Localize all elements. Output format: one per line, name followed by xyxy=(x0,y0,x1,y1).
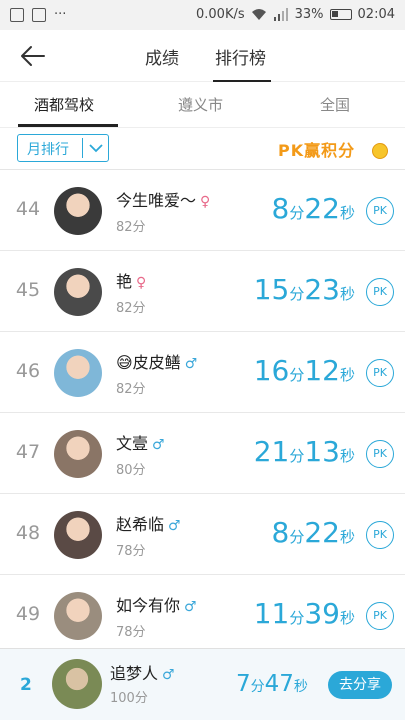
male-icon: ♂ xyxy=(168,518,181,534)
avatar[interactable] xyxy=(54,187,102,235)
clock: 02:04 xyxy=(357,7,395,22)
my-name: 追梦人 ♂ xyxy=(110,660,175,684)
user-score: 78分 xyxy=(116,625,146,640)
subtab-national[interactable]: 全国 xyxy=(320,94,350,115)
ranking-row[interactable]: 46 😅皮皮鳝 ♂ 82分 16分12秒 PK xyxy=(0,332,405,413)
subtab-city[interactable]: 遵义市 xyxy=(178,94,223,115)
user-score: 78分 xyxy=(116,544,146,559)
pk-button[interactable]: PK xyxy=(366,440,394,468)
user-score: 80分 xyxy=(116,463,146,478)
my-rank: 2 xyxy=(20,675,32,695)
network-speed: 0.00K/s xyxy=(196,7,245,22)
ranking-row[interactable]: 45 艳 ♀ 82分 15分23秒 PK xyxy=(0,251,405,332)
image-icon xyxy=(32,7,46,22)
exam-time: 8分22秒 xyxy=(271,516,356,549)
rank-number: 45 xyxy=(15,279,41,301)
exam-time: 16分12秒 xyxy=(253,354,355,387)
more-dots: ··· xyxy=(54,7,67,22)
share-button[interactable]: 去分享 xyxy=(328,671,392,699)
ranking-row[interactable]: 44 今生唯爱～ ♀ 82分 8分22秒 PK xyxy=(0,170,405,251)
mail-icon xyxy=(10,7,24,22)
rank-number: 44 xyxy=(15,198,41,220)
ranking-list: 44 今生唯爱～ ♀ 82分 8分22秒 PK 45 艳 ♀ 82分 15分23秒 PK 46 😅皮皮鳝 ♂… xyxy=(0,170,405,656)
avatar[interactable] xyxy=(54,592,102,640)
user-name: 文壹 ♂ xyxy=(116,434,165,453)
pk-button[interactable]: PK xyxy=(366,602,394,630)
exam-time: 15分23秒 xyxy=(253,273,355,306)
rank-number: 48 xyxy=(15,522,41,544)
pk-banner-text: PK赢积分 xyxy=(278,141,356,160)
user-score: 82分 xyxy=(116,382,146,397)
rank-number: 46 xyxy=(15,360,41,382)
exam-time: 8分22秒 xyxy=(271,192,356,225)
battery-icon xyxy=(329,9,352,20)
wifi-icon xyxy=(251,9,266,20)
user-name: 今生唯爱～ ♀ xyxy=(116,191,211,210)
my-score: 100分 xyxy=(110,691,148,706)
active-subtab-indicator xyxy=(18,124,118,127)
period-dropdown-label: 月排行 xyxy=(27,142,69,158)
status-bar: ··· 0.00K/s 33% 02:04 xyxy=(0,0,405,30)
avatar[interactable] xyxy=(54,349,102,397)
male-icon: ♂ xyxy=(152,437,165,453)
female-icon: ♀ xyxy=(136,275,147,291)
female-icon: ♀ xyxy=(200,194,211,210)
user-name: 如今有你 ♂ xyxy=(116,596,197,615)
chevron-down-icon xyxy=(89,144,103,153)
subtab-school[interactable]: 酒都驾校 xyxy=(34,94,94,115)
rank-number: 47 xyxy=(15,441,41,463)
my-name-text: 追梦人 xyxy=(110,664,159,683)
my-rank-bar: 2 追梦人 ♂ 100分 7分47秒 去分享 xyxy=(0,648,405,720)
male-icon: ♂ xyxy=(162,667,175,683)
user-name: 赵希临 ♂ xyxy=(116,515,181,534)
period-dropdown[interactable]: 月排行 xyxy=(17,134,109,162)
user-name: 😅皮皮鳝 ♂ xyxy=(116,353,198,372)
user-score: 82分 xyxy=(116,301,146,316)
pk-button[interactable]: PK xyxy=(366,359,394,387)
exam-time: 21分13秒 xyxy=(253,435,355,468)
avatar[interactable] xyxy=(54,430,102,478)
scope-tabs: 酒都驾校 遵义市 全国 xyxy=(0,82,405,128)
exam-time: 11分39秒 xyxy=(253,597,355,630)
ranking-row[interactable]: 47 文壹 ♂ 80分 21分13秒 PK xyxy=(0,413,405,494)
user-score: 82分 xyxy=(116,220,146,235)
pk-button[interactable]: PK xyxy=(366,197,394,225)
filter-bar: 月排行 PK赢积分 xyxy=(0,128,405,170)
avatar[interactable] xyxy=(54,511,102,559)
male-icon: ♂ xyxy=(184,356,198,372)
back-arrow-icon[interactable] xyxy=(18,42,48,70)
coin-icon xyxy=(372,143,388,159)
battery-percent: 33% xyxy=(294,7,324,22)
rank-number: 49 xyxy=(15,603,41,625)
male-icon: ♂ xyxy=(184,599,197,615)
avatar[interactable] xyxy=(54,268,102,316)
pk-win-points-banner[interactable]: PK赢积分 xyxy=(272,135,390,163)
user-name: 艳 ♀ xyxy=(116,272,147,291)
pk-button[interactable]: PK xyxy=(366,521,394,549)
signal-icon xyxy=(273,8,288,21)
avatar[interactable] xyxy=(52,659,102,709)
ranking-row[interactable]: 49 如今有你 ♂ 78分 11分39秒 PK xyxy=(0,575,405,656)
pk-button[interactable]: PK xyxy=(366,278,394,306)
tab-scores[interactable]: 成绩 xyxy=(145,44,179,69)
top-header: 成绩 排行榜 xyxy=(0,30,405,82)
tab-leaderboard[interactable]: 排行榜 xyxy=(215,44,266,69)
ranking-row[interactable]: 48 赵希临 ♂ 78分 8分22秒 PK xyxy=(0,494,405,575)
my-time: 7分47秒 xyxy=(236,671,308,697)
